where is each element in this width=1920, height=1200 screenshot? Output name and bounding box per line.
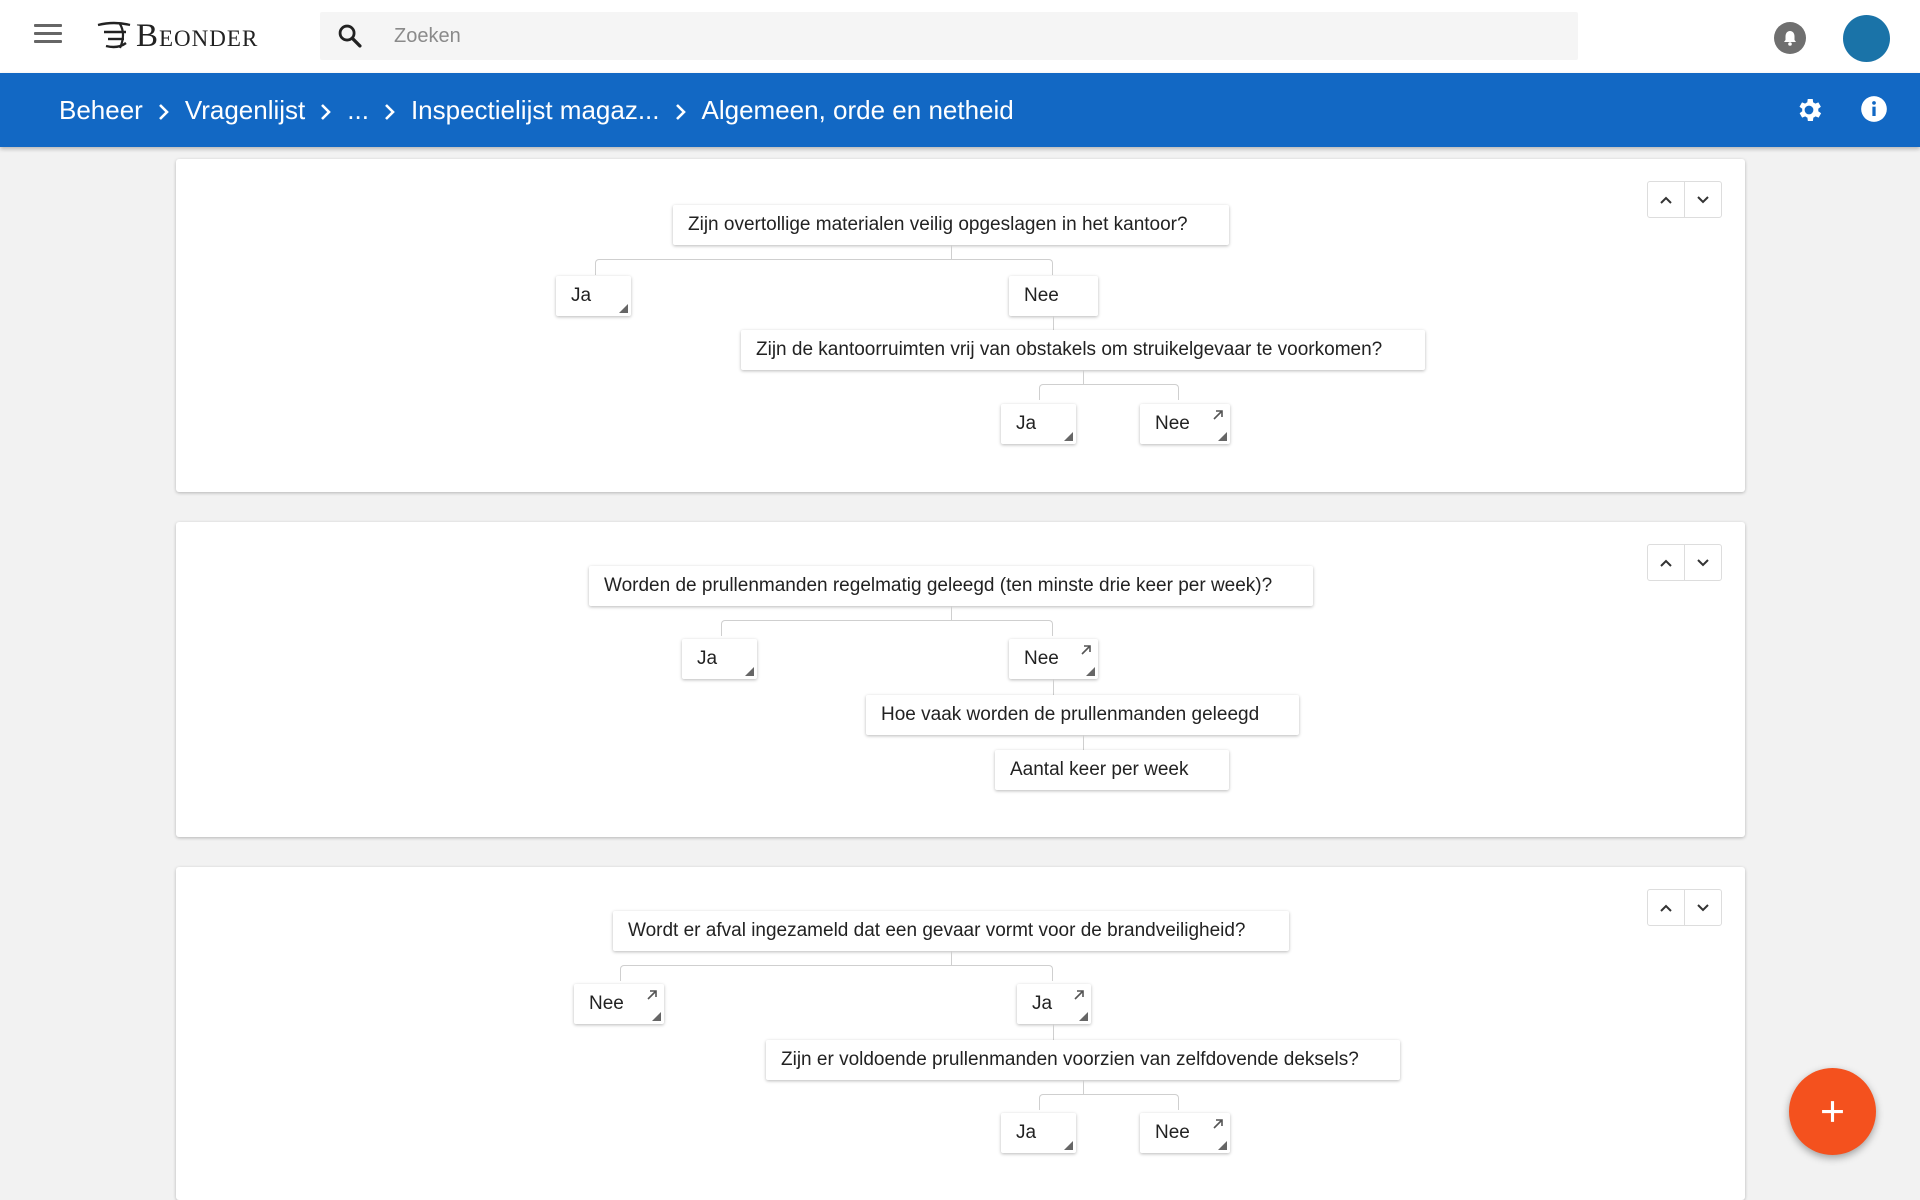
expand-handle-icon xyxy=(1064,432,1073,441)
chevron-right-icon xyxy=(305,95,347,126)
breadcrumb-item-ellipsis[interactable]: ... xyxy=(347,95,369,126)
answer-label: Ja xyxy=(1016,413,1037,434)
answer-node[interactable]: Nee xyxy=(1009,276,1098,316)
answer-node[interactable]: Ja xyxy=(1001,1113,1076,1153)
expand-handle-icon xyxy=(1218,1141,1227,1150)
add-button[interactable] xyxy=(1789,1068,1876,1155)
avatar[interactable] xyxy=(1843,15,1890,62)
answer-node[interactable]: Ja xyxy=(1001,404,1076,444)
connector xyxy=(1053,316,1054,330)
brand-name: Beonder xyxy=(136,17,259,54)
breadcrumb-item-inspectielijst[interactable]: Inspectielijst magaz... xyxy=(411,95,660,126)
expand-handle-icon xyxy=(652,1012,661,1021)
menu-icon[interactable] xyxy=(34,24,62,48)
question-card: Zijn overtollige materialen veilig opges… xyxy=(176,159,1745,492)
search-bar xyxy=(320,12,1578,60)
move-down-button[interactable] xyxy=(1684,545,1721,580)
search-icon[interactable] xyxy=(336,22,364,50)
answer-node[interactable]: Nee xyxy=(574,984,664,1024)
answer-node[interactable]: Nee xyxy=(1140,404,1230,444)
question-node[interactable]: Wordt er afval ingezameld dat een gevaar… xyxy=(613,911,1289,951)
reorder-controls xyxy=(1647,181,1722,218)
answer-label: Ja xyxy=(697,648,718,669)
connector xyxy=(1039,384,1179,400)
answer-label: Ja xyxy=(1016,1122,1037,1143)
arrow-up-right-icon xyxy=(1081,645,1091,655)
chevron-right-icon xyxy=(369,95,411,126)
answer-label: Nee xyxy=(1024,648,1059,669)
answer-label: Nee xyxy=(1155,1122,1190,1143)
arrow-up-right-icon xyxy=(647,990,657,1000)
connector xyxy=(1083,370,1084,385)
connector xyxy=(1039,1094,1179,1110)
connector xyxy=(951,606,952,621)
info-icon[interactable] xyxy=(1860,95,1888,123)
move-down-button[interactable] xyxy=(1684,182,1721,217)
expand-handle-icon xyxy=(619,304,628,313)
logo-mark xyxy=(97,21,131,49)
answer-node[interactable]: Ja xyxy=(682,639,757,679)
breadcrumb-item-beheer[interactable]: Beheer xyxy=(59,95,143,126)
answer-label: Nee xyxy=(1024,285,1059,306)
gear-icon[interactable] xyxy=(1794,95,1824,125)
reorder-controls xyxy=(1647,544,1722,581)
chevron-up-icon xyxy=(1660,196,1672,204)
expand-handle-icon xyxy=(1218,432,1227,441)
answer-node[interactable]: Nee xyxy=(1009,639,1098,679)
question-card: Wordt er afval ingezameld dat een gevaar… xyxy=(176,867,1745,1200)
breadcrumb-item-vragenlijst[interactable]: Vragenlijst xyxy=(185,95,305,126)
connector xyxy=(1083,735,1084,750)
connector xyxy=(620,965,1053,981)
expand-handle-icon xyxy=(1086,667,1095,676)
chevron-down-icon xyxy=(1697,903,1709,911)
connector xyxy=(721,620,1053,636)
arrow-up-right-icon xyxy=(1213,1119,1223,1129)
connector xyxy=(1053,1024,1054,1040)
breadcrumb-item-current: Algemeen, orde en netheid xyxy=(701,94,1014,125)
move-up-button[interactable] xyxy=(1648,545,1684,580)
question-node[interactable]: Zijn overtollige materialen veilig opges… xyxy=(673,205,1229,245)
connector xyxy=(1053,679,1054,695)
top-bar: Beonder xyxy=(0,0,1920,73)
chevron-down-icon xyxy=(1697,195,1709,203)
chevron-up-icon xyxy=(1660,559,1672,567)
answer-node[interactable]: Nee xyxy=(1140,1113,1230,1153)
expand-handle-icon xyxy=(745,667,754,676)
answer-node[interactable]: Ja xyxy=(1017,984,1091,1024)
input-node[interactable]: Aantal keer per week xyxy=(995,750,1229,790)
breadcrumb: Beheer Vragenlijst ... Inspectielijst ma… xyxy=(59,73,1014,147)
answer-node[interactable]: Ja xyxy=(556,276,631,316)
logo: Beonder xyxy=(96,16,258,56)
question-node[interactable]: Hoe vaak worden de prullenmanden geleegd xyxy=(866,695,1299,735)
answer-label: Nee xyxy=(589,993,624,1014)
arrow-up-right-icon xyxy=(1074,990,1084,1000)
search-input[interactable] xyxy=(394,12,1554,60)
arrow-up-right-icon xyxy=(1213,410,1223,420)
answer-label: Ja xyxy=(1032,993,1053,1014)
chevron-down-icon xyxy=(1697,558,1709,566)
connector xyxy=(1083,1080,1084,1095)
expand-handle-icon xyxy=(1079,1012,1088,1021)
move-up-button[interactable] xyxy=(1648,182,1684,217)
question-node[interactable]: Zijn de kantoorruimten vrij van obstakel… xyxy=(741,330,1425,370)
question-node[interactable]: Zijn er voldoende prullenmanden voorzien… xyxy=(766,1040,1400,1080)
expand-handle-icon xyxy=(1064,1141,1073,1150)
move-up-button[interactable] xyxy=(1648,890,1684,925)
connector xyxy=(595,259,1053,275)
bell-icon[interactable] xyxy=(1774,22,1806,54)
breadcrumb-bar: Beheer Vragenlijst ... Inspectielijst ma… xyxy=(0,73,1920,147)
answer-label: Ja xyxy=(571,285,592,306)
question-node[interactable]: Worden de prullenmanden regelmatig gelee… xyxy=(589,566,1313,606)
reorder-controls xyxy=(1647,889,1722,926)
chevron-right-icon xyxy=(660,95,702,126)
chevron-up-icon xyxy=(1660,904,1672,912)
move-down-button[interactable] xyxy=(1684,890,1721,925)
answer-label: Nee xyxy=(1155,413,1190,434)
connector xyxy=(951,245,952,260)
connector xyxy=(951,951,952,966)
chevron-right-icon xyxy=(143,95,185,126)
plus-icon xyxy=(1822,1101,1843,1122)
question-card: Worden de prullenmanden regelmatig gelee… xyxy=(176,522,1745,837)
